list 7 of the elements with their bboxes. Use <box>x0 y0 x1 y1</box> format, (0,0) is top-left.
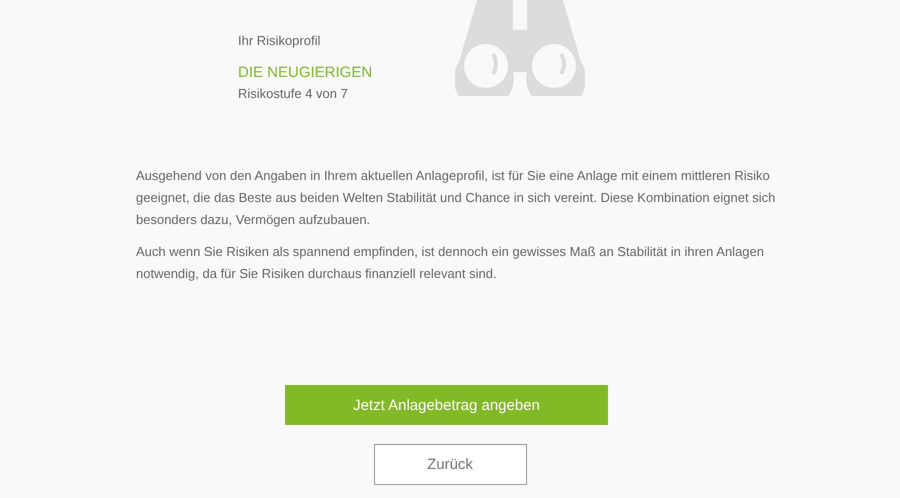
profile-name: DIE NEUGIERIGEN <box>238 64 374 81</box>
back-button[interactable]: Zurück <box>374 444 526 485</box>
submit-button[interactable]: Jetzt Anlagebetrag angeben <box>285 385 608 425</box>
profile-caption: Ihr Risikoprofil <box>238 33 322 48</box>
description-paragraph: Auch wenn Sie Risiken als spannend empfinden, ist dennoch ein gewisses Maß an Stabilität in ihren Anlagen notwendig, da für Sie Risiken durchaus finanziell relevant sind. <box>136 243 765 283</box>
risk-level-text: Risikostufe 4 von 7 <box>238 86 349 101</box>
description-paragraph: Ausgehend von den Angaben in Ihrem aktuellen Anlageprofil, ist für Sie eine Anlage mit einem mittleren Risiko geeignet, die das Beste aus beiden Welten Stabilität und Chance in sich vereint. Diese Kombination eignet sich besonders dazu, Vermögen aufzubauen. <box>136 167 776 229</box>
